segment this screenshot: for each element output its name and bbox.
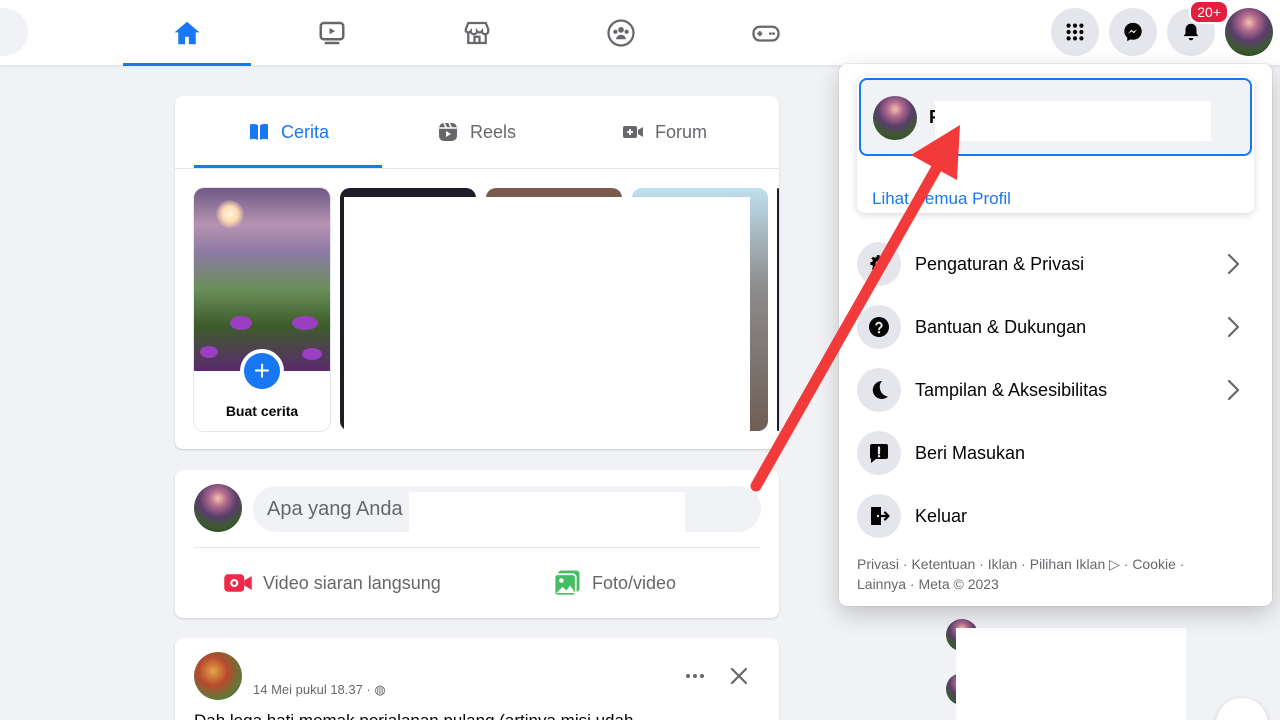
redacted-area [935,101,1211,141]
live-video-icon [224,574,252,592]
close-icon[interactable] [727,664,751,688]
post-text: Dah lega hati memak perjalanan pulang (a… [194,711,633,720]
redacted-area [956,628,1186,720]
video-camera-icon [622,126,643,138]
add-story-icon[interactable]: + [240,349,284,393]
reels-icon [438,122,457,141]
messenger-button[interactable] [1109,8,1157,56]
nav-home[interactable] [123,0,251,66]
menu-item-label: Pengaturan & Privasi [915,253,1085,274]
photo-video-button[interactable]: Foto/video [552,566,676,600]
menu-item-label: Beri Masukan [915,442,1026,463]
menu-item-settings-privacy[interactable]: Pengaturan & Privasi [857,238,1257,290]
redacted-area [344,197,750,437]
gamepad-icon [752,25,780,42]
menu-item-label: Keluar [915,505,968,526]
more-options-icon[interactable] [683,664,707,688]
composer-divider [194,547,760,548]
post-time-text: 14 Mei pukul 18.37 · [253,682,371,697]
flower-decoration [302,348,322,360]
bell-icon [1183,23,1199,41]
feedback-icon [857,431,901,475]
footer-links-line[interactable]: Lainnya · Meta © 2023 [857,574,1257,594]
story-tile[interactable] [777,188,779,431]
post-composer-card: Apa yang Anda Video siaran langsung Foto… [175,470,779,618]
post-timestamp[interactable]: 14 Mei pukul 18.37 · ◍ [253,682,386,698]
menu-item-label: Bantuan & Dukungan [915,316,1087,337]
tab-cerita[interactable]: Cerita [194,96,382,168]
see-all-profiles-link[interactable]: Lihat Semua Profil [872,189,1011,209]
photo-icon [553,570,580,597]
profile-avatar [873,96,917,140]
create-story-tile[interactable]: + Buat cerita [194,188,330,431]
flower-decoration [230,316,252,330]
flower-decoration [200,346,218,358]
menu-item-label: Tampilan & Aksesibilitas [915,379,1108,400]
book-icon [249,123,268,140]
notifications-button[interactable]: 20+ [1167,0,1229,56]
groups-icon [607,19,635,47]
profile-card: F Lihat Semua Profil [857,76,1254,213]
nav-watch[interactable] [268,0,396,66]
nav-groups[interactable] [557,0,685,66]
menu-item-give-feedback[interactable]: Beri Masukan [857,427,1257,479]
notification-badge: 20+ [1189,0,1229,24]
tab-reels[interactable]: Reels [382,96,570,168]
feed-post-card: 14 Mei pukul 18.37 · ◍ Dah lega hati mem… [175,638,779,720]
tab-forum[interactable]: Forum [570,96,758,168]
tab-label: Cerita [280,121,329,142]
moon-icon [857,368,901,412]
composer-placeholder: Apa yang Anda [267,498,403,520]
redacted-area [409,492,685,532]
grid-icon [1066,23,1084,41]
help-icon [857,305,901,349]
post-author-avatar[interactable] [194,652,242,700]
search-button[interactable] [0,8,28,56]
photo-video-label: Foto/video [592,572,677,593]
top-navigation-bar: 20+ [0,0,1280,66]
sun-glow [216,200,244,228]
menu-item-logout[interactable]: Keluar [857,490,1257,542]
menu-item-help-support[interactable]: Bantuan & Dukungan [857,301,1257,353]
live-video-button[interactable]: Video siaran langsung [223,566,441,600]
flower-decoration [292,316,318,330]
footer-links[interactable]: Privasi · Ketentuan · Iklan · Pilihan Ik… [857,554,1257,594]
tabs-divider [175,168,779,169]
messenger-icon [1124,22,1142,42]
account-avatar-button[interactable] [1225,8,1273,56]
tab-label: Reels [469,121,517,142]
store-icon [464,21,490,45]
chevron-right-icon [1227,253,1240,275]
chevron-right-icon [1227,379,1240,401]
story-cover-image [194,188,330,371]
menu-grid-button[interactable] [1051,8,1099,56]
video-icon [319,21,345,45]
home-icon [174,21,200,45]
globe-icon: ◍ [374,682,386,697]
menu-item-display-accessibility[interactable]: Tampilan & Aksesibilitas [857,364,1257,416]
logout-icon [857,494,901,538]
chevron-right-icon [1227,316,1240,338]
create-story-label: Buat cerita [225,403,299,419]
current-profile-row[interactable]: F [859,78,1252,156]
stories-card: Cerita Reels Forum + Buat cerita [175,96,779,449]
footer-links-line[interactable]: Privasi · Ketentuan · Iklan · Pilihan Ik… [857,554,1257,574]
account-menu: F Lihat Semua Profil Pengaturan & Privas… [839,64,1272,606]
user-avatar[interactable] [194,484,242,532]
nav-marketplace[interactable] [413,0,541,66]
new-message-button[interactable] [1216,698,1268,720]
gear-icon [857,242,901,286]
nav-gaming[interactable] [702,0,830,66]
tab-label: Forum [654,121,707,142]
live-video-label: Video siaran langsung [263,572,441,593]
